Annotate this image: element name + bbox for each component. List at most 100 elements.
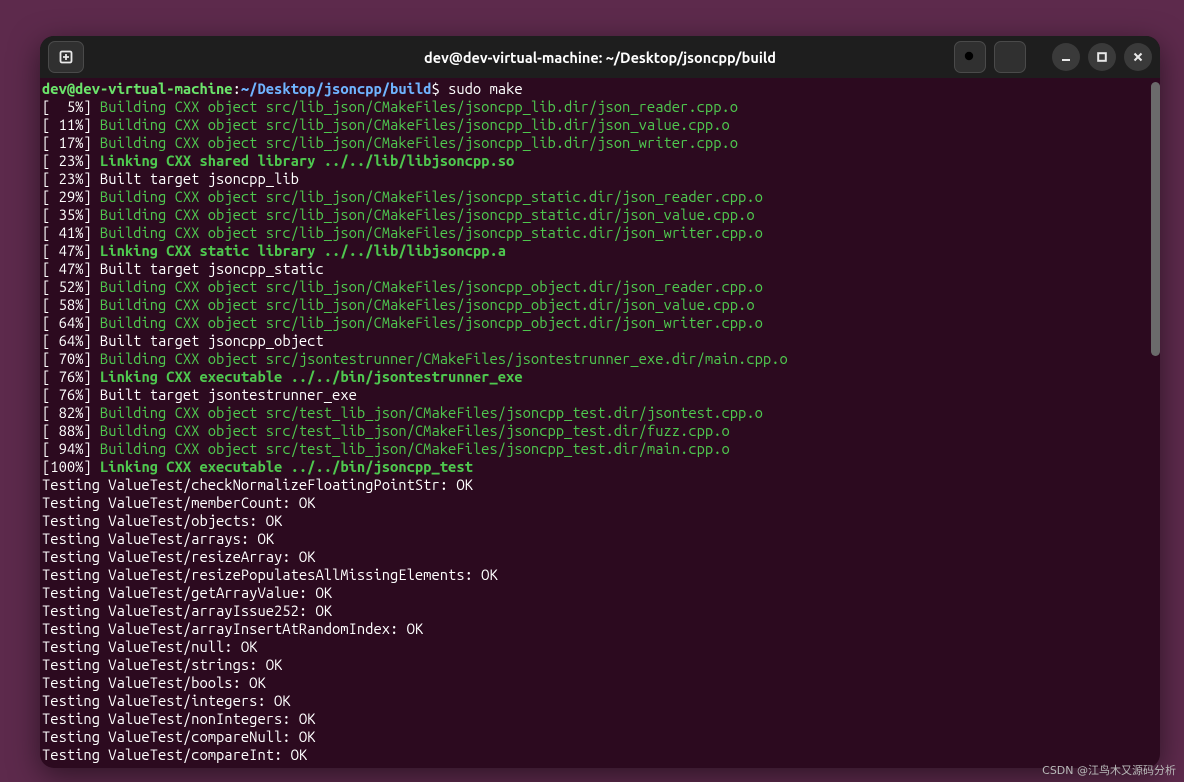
terminal-body-wrap: dev@dev-virtual-machine:~/Desktop/jsoncp… bbox=[40, 78, 1160, 768]
output-line: Testing ValueTest/checkNormalizeFloating… bbox=[42, 476, 1147, 494]
output-message: Building CXX object src/test_lib_json/CM… bbox=[100, 422, 730, 439]
output-message: Building CXX object src/lib_json/CMakeFi… bbox=[100, 116, 730, 133]
output-message: Building CXX object src/lib_json/CMakeFi… bbox=[100, 278, 763, 295]
progress-percent: [100%] bbox=[42, 458, 100, 475]
scrollbar[interactable] bbox=[1149, 78, 1160, 768]
output-message: Testing ValueTest/checkNormalizeFloating… bbox=[42, 476, 473, 493]
output-line: Testing ValueTest/resizeArray: OK bbox=[42, 548, 1147, 566]
terminal-window: dev@dev-virtual-machine: ~/Desktop/jsonc… bbox=[40, 36, 1160, 768]
output-line: [ 94%] Building CXX object src/test_lib_… bbox=[42, 440, 1147, 458]
progress-percent: [ 5%] bbox=[42, 98, 100, 115]
close-icon bbox=[1132, 51, 1144, 63]
prompt-path: ~/Desktop/jsoncpp/build bbox=[241, 80, 432, 97]
output-line: Testing ValueTest/compareInt: OK bbox=[42, 746, 1147, 764]
output-line: [ 29%] Building CXX object src/lib_json/… bbox=[42, 188, 1147, 206]
progress-percent: [ 64%] bbox=[42, 314, 100, 331]
output-message: Building CXX object src/lib_json/CMakeFi… bbox=[100, 314, 763, 331]
output-line: Testing ValueTest/arrayIssue252: OK bbox=[42, 602, 1147, 620]
output-message: Testing ValueTest/compareNull: OK bbox=[42, 728, 315, 745]
output-line: [ 52%] Building CXX object src/lib_json/… bbox=[42, 278, 1147, 296]
output-message: Testing ValueTest/getArrayValue: OK bbox=[42, 584, 332, 601]
output-message: Testing ValueTest/arrayIssue252: OK bbox=[42, 602, 332, 619]
output-message: Building CXX object src/lib_json/CMakeFi… bbox=[100, 206, 755, 223]
output-message: Built target jsoncpp_object bbox=[100, 332, 324, 349]
output-message: Building CXX object src/test_lib_json/CM… bbox=[100, 404, 763, 421]
output-message: Testing ValueTest/objects: OK bbox=[42, 512, 282, 529]
output-message: Testing ValueTest/resizeArray: OK bbox=[42, 548, 315, 565]
progress-percent: [ 29%] bbox=[42, 188, 100, 205]
minimize-button[interactable] bbox=[1052, 43, 1080, 71]
output-line: [100%] Linking CXX executable ../../bin/… bbox=[42, 458, 1147, 476]
output-line: Testing ValueTest/getArrayValue: OK bbox=[42, 584, 1147, 602]
output-line: [ 23%] Built target jsoncpp_lib bbox=[42, 170, 1147, 188]
output-line: [ 64%] Built target jsoncpp_object bbox=[42, 332, 1147, 350]
output-message: Building CXX object src/jsontestrunner/C… bbox=[100, 350, 788, 367]
output-line: [ 11%] Building CXX object src/lib_json/… bbox=[42, 116, 1147, 134]
progress-percent: [ 58%] bbox=[42, 296, 100, 313]
progress-percent: [ 47%] bbox=[42, 242, 100, 259]
output-message: Building CXX object src/test_lib_json/CM… bbox=[100, 440, 730, 457]
progress-percent: [ 23%] bbox=[42, 170, 100, 187]
titlebar: dev@dev-virtual-machine: ~/Desktop/jsonc… bbox=[40, 36, 1160, 78]
new-tab-icon bbox=[58, 49, 74, 65]
output-message: Testing ValueTest/strings: OK bbox=[42, 656, 282, 673]
menu-button[interactable] bbox=[994, 41, 1026, 73]
output-message: Testing ValueTest/null: OK bbox=[42, 638, 257, 655]
output-line: [ 76%] Linking CXX executable ../../bin/… bbox=[42, 368, 1147, 386]
progress-percent: [ 17%] bbox=[42, 134, 100, 151]
output-message: Building CXX object src/lib_json/CMakeFi… bbox=[100, 188, 763, 205]
output-message: Linking CXX static library ../../lib/lib… bbox=[100, 242, 506, 259]
terminal-body[interactable]: dev@dev-virtual-machine:~/Desktop/jsoncp… bbox=[40, 78, 1149, 768]
output-message: Building CXX object src/lib_json/CMakeFi… bbox=[100, 224, 763, 241]
search-icon bbox=[962, 49, 978, 65]
hamburger-icon bbox=[1002, 49, 1018, 65]
scrollbar-thumb[interactable] bbox=[1151, 82, 1160, 356]
output-line: [ 88%] Building CXX object src/test_lib_… bbox=[42, 422, 1147, 440]
output-message: Testing ValueTest/arrays: OK bbox=[42, 530, 274, 547]
progress-percent: [ 94%] bbox=[42, 440, 100, 457]
output-message: Testing ValueTest/bools: OK bbox=[42, 674, 266, 691]
prompt-line: dev@dev-virtual-machine:~/Desktop/jsoncp… bbox=[42, 80, 1147, 98]
maximize-button[interactable] bbox=[1088, 43, 1116, 71]
output-line: [ 17%] Building CXX object src/lib_json/… bbox=[42, 134, 1147, 152]
output-line: [ 82%] Building CXX object src/test_lib_… bbox=[42, 404, 1147, 422]
output-line: [ 64%] Building CXX object src/lib_json/… bbox=[42, 314, 1147, 332]
new-tab-button[interactable] bbox=[48, 41, 84, 73]
output-line: Testing ValueTest/integers: OK bbox=[42, 692, 1147, 710]
output-message: Built target jsoncpp_lib bbox=[100, 170, 299, 187]
output-message: Built target jsoncpp_static bbox=[100, 260, 324, 277]
close-button[interactable] bbox=[1124, 43, 1152, 71]
progress-percent: [ 52%] bbox=[42, 278, 100, 295]
output-line: Testing ValueTest/arrays: OK bbox=[42, 530, 1147, 548]
titlebar-left bbox=[48, 41, 90, 73]
progress-percent: [ 23%] bbox=[42, 152, 100, 169]
prompt-command: sudo make bbox=[448, 80, 523, 97]
progress-percent: [ 64%] bbox=[42, 332, 100, 349]
output-line: Testing ValueTest/arrayInsertAtRandomInd… bbox=[42, 620, 1147, 638]
output-line: Testing ValueTest/resizePopulatesAllMiss… bbox=[42, 566, 1147, 584]
watermark: CSDN @江鸟木又源码分析 bbox=[1042, 762, 1176, 778]
output-message: Testing ValueTest/integers: OK bbox=[42, 692, 291, 709]
output-message: Testing ValueTest/resizePopulatesAllMiss… bbox=[42, 566, 498, 583]
search-button[interactable] bbox=[954, 41, 986, 73]
output-message: Testing ValueTest/compareInt: OK bbox=[42, 746, 307, 763]
output-message: Testing ValueTest/arrayInsertAtRandomInd… bbox=[42, 620, 423, 637]
maximize-icon bbox=[1096, 51, 1108, 63]
output-line: [ 76%] Built target jsontestrunner_exe bbox=[42, 386, 1147, 404]
progress-percent: [ 82%] bbox=[42, 404, 100, 421]
output-message: Linking CXX shared library ../../lib/lib… bbox=[100, 152, 514, 169]
output-line: Testing ValueTest/nonIntegers: OK bbox=[42, 710, 1147, 728]
progress-percent: [ 88%] bbox=[42, 422, 100, 439]
output-message: Testing ValueTest/nonIntegers: OK bbox=[42, 710, 315, 727]
progress-percent: [ 47%] bbox=[42, 260, 100, 277]
progress-percent: [ 11%] bbox=[42, 116, 100, 133]
minimize-icon bbox=[1060, 51, 1072, 63]
output-line: [ 41%] Building CXX object src/lib_json/… bbox=[42, 224, 1147, 242]
output-message: Testing ValueTest/memberCount: OK bbox=[42, 494, 315, 511]
output-message: Linking CXX executable ../../bin/jsoncpp… bbox=[100, 458, 473, 475]
output-line: Testing ValueTest/compareNull: OK bbox=[42, 728, 1147, 746]
progress-percent: [ 76%] bbox=[42, 368, 100, 385]
titlebar-right bbox=[954, 41, 1152, 73]
output-line: [ 70%] Building CXX object src/jsontestr… bbox=[42, 350, 1147, 368]
prompt-sep: : bbox=[233, 80, 241, 97]
